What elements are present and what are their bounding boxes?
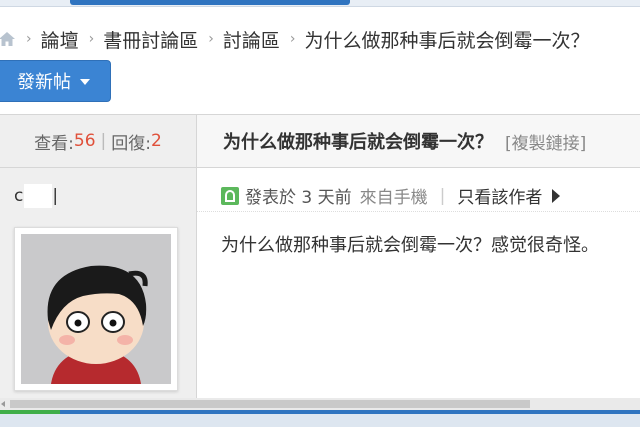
thread-title: 为什么做那种事后就会倒霉一次？	[223, 132, 493, 153]
author-name-text: c	[14, 186, 24, 206]
top-bar	[0, 0, 640, 7]
thread-stats: 查看: 56 | 回復: 2	[0, 115, 196, 168]
post-meta: 發表於 3 天前 來自手機 | 只看該作者	[221, 183, 561, 208]
author-name[interactable]: c |	[14, 184, 58, 208]
replies-count: 2	[151, 131, 162, 151]
breadcrumb-book-discussion[interactable]: 書冊討論區	[103, 26, 198, 53]
avatar-image	[21, 234, 171, 384]
chevron-down-icon	[80, 79, 90, 85]
bottom-bar	[0, 410, 640, 427]
post-body: 为什么做那种事后就会倒霉一次？感觉很奇怪。	[221, 235, 599, 256]
search-bar[interactable]	[70, 0, 350, 5]
scroll-left-icon[interactable]	[1, 401, 5, 407]
post-source: 來自手機	[359, 188, 428, 208]
post-time: 發表於 3 天前	[245, 188, 352, 208]
post-content-area: 为什么做那种事后就会倒霉一次？ [複製鏈接] 發表於 3 天前 來自手機 | 只…	[197, 115, 640, 405]
redacted-mask	[24, 184, 53, 208]
replies-label: 回復:	[111, 133, 151, 154]
mobile-icon	[221, 186, 239, 205]
breadcrumb-discussion[interactable]: 討論區	[223, 26, 280, 53]
thread-container: 查看: 56 | 回復: 2 c | 为什么做那种事后就会倒霉一次？ [複製鏈接…	[0, 114, 640, 405]
scrollbar-thumb[interactable]	[10, 400, 530, 408]
only-author-link[interactable]: 只看該作者	[457, 183, 542, 208]
author-sidebar: 查看: 56 | 回復: 2 c |	[0, 115, 197, 405]
breadcrumb-forum[interactable]: 論壇	[41, 26, 79, 53]
breadcrumb-separator: ›	[88, 31, 95, 47]
divider	[197, 211, 640, 212]
views-label: 查看:	[34, 133, 74, 154]
horizontal-scrollbar[interactable]	[0, 398, 640, 410]
breadcrumb-current-thread[interactable]: 为什么做那种事后就会倒霉一次？	[304, 26, 589, 53]
breadcrumb-separator: ›	[26, 31, 32, 47]
thread-header: 为什么做那种事后就会倒霉一次？ [複製鏈接]	[197, 115, 640, 168]
breadcrumb-separator: ›	[208, 31, 214, 47]
copy-link-button[interactable]: [複製鏈接]	[505, 129, 586, 154]
views-count: 56	[73, 131, 96, 151]
home-icon[interactable]	[0, 30, 16, 48]
avatar[interactable]	[14, 227, 178, 391]
new-post-button[interactable]: 發新帖	[0, 60, 111, 102]
triangle-right-icon[interactable]	[552, 188, 561, 203]
breadcrumb-separator: ›	[289, 31, 296, 47]
breadcrumb: › 論壇 › 書冊討論區 › 討論區 › 为什么做那种事后就会倒霉一次？	[0, 24, 640, 54]
new-post-label: 發新帖	[17, 72, 71, 93]
